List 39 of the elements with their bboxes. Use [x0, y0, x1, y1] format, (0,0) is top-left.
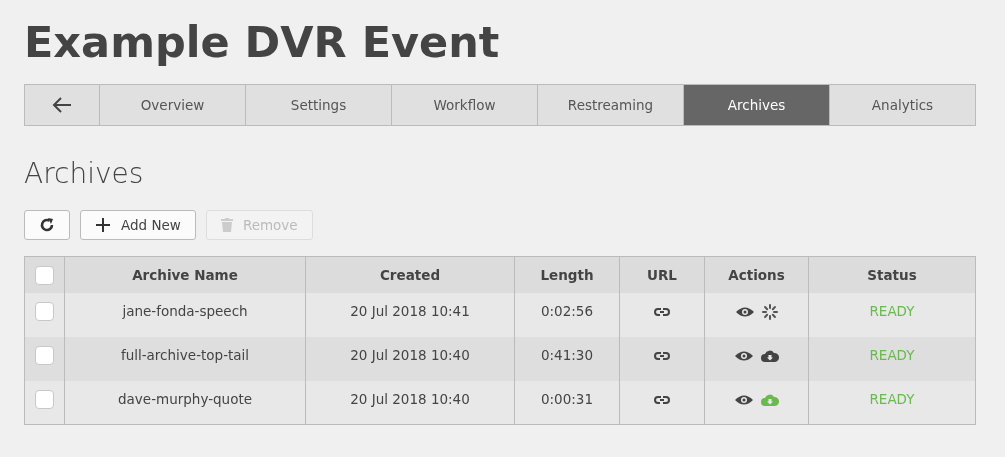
trash-icon: [220, 218, 233, 232]
eye-icon[interactable]: [734, 393, 753, 406]
cloud-download-icon[interactable]: [760, 348, 779, 363]
column-header: Length: [540, 266, 594, 283]
status-text: READY: [869, 390, 915, 407]
spinner-icon[interactable]: [761, 303, 778, 320]
back-arrow-icon: [52, 97, 72, 113]
table-cell: full-archive-top-tail: [120, 346, 250, 363]
table-cell: jane-fonda-speech: [122, 302, 248, 319]
table-cell: dave-murphy-quote: [118, 390, 252, 407]
eye-icon[interactable]: [734, 349, 753, 362]
tab[interactable]: Archives: [683, 85, 829, 125]
column-header: Status: [867, 266, 917, 283]
table-cell: 0:02:56: [540, 302, 593, 319]
table-cell: 0:41:30: [540, 346, 593, 363]
page-title: Example DVR Event: [24, 16, 501, 69]
table-cell: 20 Jul 2018 10:41: [350, 302, 470, 319]
link-icon[interactable]: [654, 349, 670, 362]
eye-icon[interactable]: [735, 305, 754, 318]
row-checkbox[interactable]: [35, 302, 54, 322]
row-checkbox[interactable]: [35, 346, 54, 366]
refresh-icon: [39, 217, 55, 233]
checkbox[interactable]: [35, 266, 54, 285]
refresh-button[interactable]: [24, 210, 70, 240]
table-cell: 20 Jul 2018 10:40: [350, 390, 470, 407]
plus-icon: [95, 217, 111, 233]
section-heading: Archives: [24, 156, 145, 192]
column-header: Archive Name: [132, 266, 238, 283]
status-text: READY: [869, 346, 915, 363]
column-header: URL: [647, 266, 677, 283]
table-cell: 0:00:31: [540, 390, 593, 407]
column-header: Created: [379, 266, 441, 283]
row-checkbox[interactable]: [35, 390, 54, 409]
table-cell: 20 Jul 2018 10:40: [350, 346, 470, 363]
add-new-button[interactable]: Add New: [80, 210, 196, 240]
column-header: Actions: [728, 266, 785, 283]
link-icon[interactable]: [654, 305, 670, 318]
link-icon[interactable]: [654, 393, 670, 406]
status-text: READY: [869, 302, 915, 319]
